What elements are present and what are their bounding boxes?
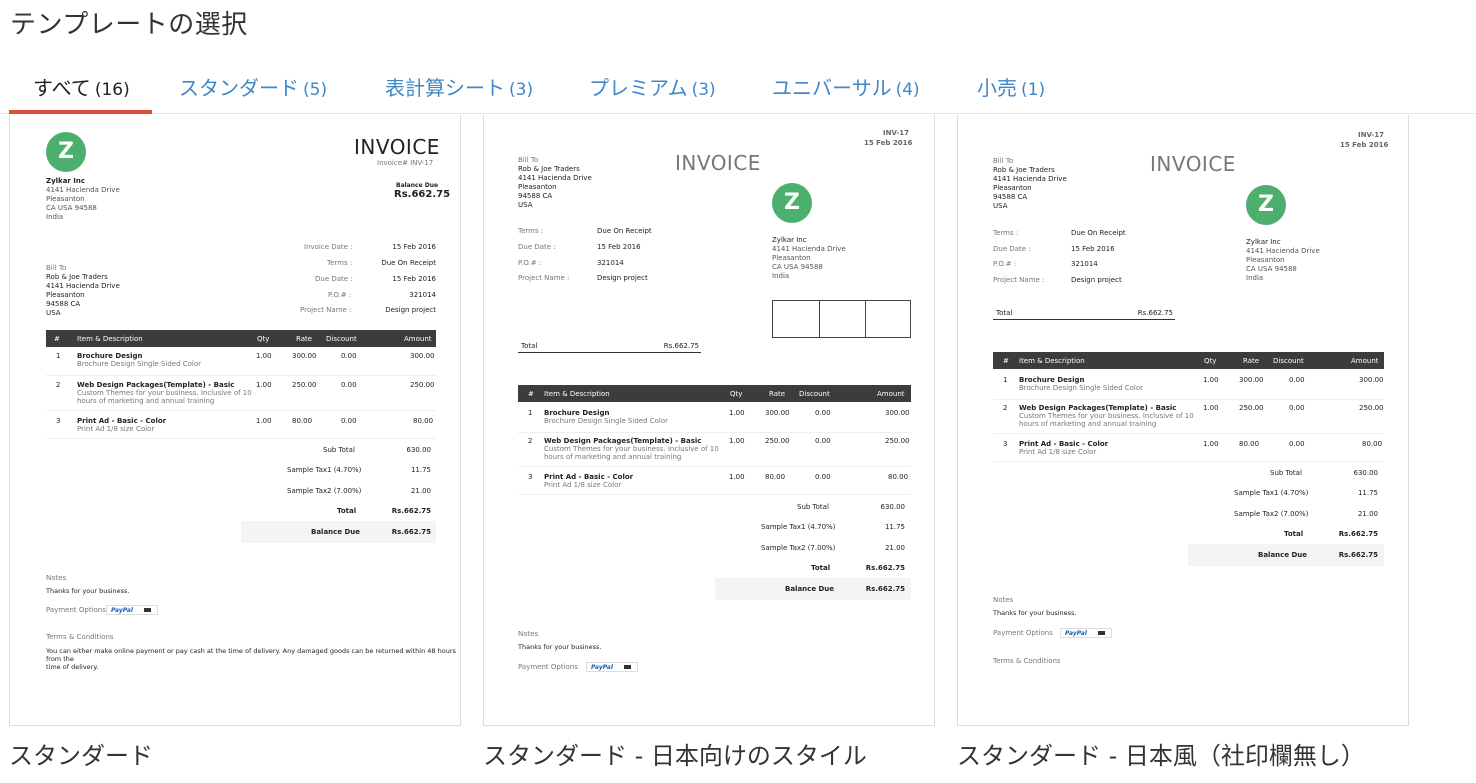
invoice-date: 15 Feb 2016 xyxy=(864,139,913,147)
invoice-title: INVOICE xyxy=(675,151,761,175)
table-row: 2 Web Design Packages(Template) - Basic … xyxy=(993,404,1384,434)
invoice-date: 15 Feb 2016 xyxy=(1340,141,1389,149)
table-row: 3 Print Ad - Basic - Color Print Ad 1/8 … xyxy=(518,473,911,495)
template-caption-japan-style[interactable]: スタンダード - 日本向けのスタイル xyxy=(483,736,867,771)
bill-to: Bill To Rob & Joe Traders 4141 Hacienda … xyxy=(993,157,1067,210)
template-card-japan-style[interactable]: INV-17 15 Feb 2016 INVOICE Bill To Rob &… xyxy=(483,115,935,726)
table-row: 3 Print Ad - Basic - Color Print Ad 1/8 … xyxy=(993,440,1384,462)
paypal-badge: PayPal xyxy=(586,662,638,672)
template-card-japan-no-seal[interactable]: INV-17 15 Feb 2016 INVOICE Bill To Rob &… xyxy=(957,115,1409,726)
company-address: Zylkar Inc 4141 Hacienda Drive Pleasanto… xyxy=(1246,238,1320,282)
field-due-date: Due Date :15 Feb 2016 xyxy=(518,243,641,251)
paypal-badge: PayPal xyxy=(1060,628,1112,638)
notes-text: Thanks for your business. xyxy=(993,609,1077,617)
field-project: Project Name : Design project xyxy=(518,274,648,282)
notes-label: Notes xyxy=(46,574,67,582)
field-due-date: Due Date :15 Feb 2016 xyxy=(315,275,436,283)
bill-to: Bill To Rob & Joe Traders 4141 Hacienda … xyxy=(518,156,592,209)
terms-label: Terms & Conditions xyxy=(993,657,1061,665)
field-terms: Terms : Due On Receipt xyxy=(518,227,652,235)
field-project: Project Name : Design project xyxy=(300,306,436,314)
balance-due-amount: Rs.662.75 xyxy=(394,189,451,200)
company-logo: Z xyxy=(772,183,812,223)
field-invoice-date: Invoice Date :15 Feb 2016 xyxy=(304,243,436,251)
card-icon xyxy=(624,665,631,669)
payment-options-label: Payment Options xyxy=(46,606,106,614)
template-caption-standard[interactable]: スタンダード xyxy=(9,736,153,771)
items-table-header: # Item & Description Qty Rate Discount A… xyxy=(46,330,436,347)
company-address: Zylkar Inc 4141 Hacienda Drive Pleasanto… xyxy=(46,177,120,221)
payment-options-label: Payment Options xyxy=(993,629,1053,637)
tab-standard[interactable]: スタンダード (5) xyxy=(179,72,327,101)
template-caption-japan-no-seal[interactable]: スタンダード - 日本風（社印欄無し） xyxy=(957,736,1365,771)
company-address: Zylkar Inc 4141 Hacienda Drive Pleasanto… xyxy=(772,236,846,280)
terms-text: You can either make online payment or pa… xyxy=(46,647,456,671)
notes-label: Notes xyxy=(993,596,1014,604)
page-title: テンプレートの選択 xyxy=(10,10,248,40)
table-row: 2 Web Design Packages(Template) - Basic … xyxy=(46,381,436,411)
card-icon xyxy=(1098,631,1105,635)
notes-label: Notes xyxy=(518,630,539,638)
field-po: P.O.# :321014 xyxy=(993,260,1098,268)
invoice-number: INV-17 xyxy=(1358,131,1385,139)
field-po: P.O.# :321014 xyxy=(328,291,436,299)
tab-retail[interactable]: 小売 (1) xyxy=(977,72,1045,101)
invoice-number: Invoice# INV-17 xyxy=(377,159,434,167)
items-table-header: # Item & Description Qty Rate Discount A… xyxy=(993,352,1384,369)
table-row: 2 Web Design Packages(Template) - Basic … xyxy=(518,437,911,467)
field-due-date: Due Date :15 Feb 2016 xyxy=(993,245,1115,253)
bill-to: Bill To Rob & Joe Traders 4141 Hacienda … xyxy=(46,264,120,317)
table-row: 3 Print Ad - Basic - Color Print Ad 1/8 … xyxy=(46,417,436,439)
payment-options-label: Payment Options xyxy=(518,663,578,671)
field-po: P.O.# :321014 xyxy=(518,259,624,267)
template-tabs: すべて (16) スタンダード (5) 表計算シート (3) プレミアム (3) ユニバ… xyxy=(0,56,1476,114)
table-row: 1 Brochure Design Brochure Design Single… xyxy=(46,352,436,376)
field-project: Project Name : Design project xyxy=(993,276,1122,284)
tab-universal[interactable]: ユニバーサル (4) xyxy=(772,72,920,101)
invoice-title: INVOICE xyxy=(354,135,440,159)
active-tab-indicator xyxy=(9,110,152,114)
invoice-number: INV-17 xyxy=(883,129,910,137)
card-icon xyxy=(144,608,151,612)
seal-stamp-boxes xyxy=(772,300,911,338)
template-card-standard[interactable]: Z INVOICE Invoice# INV-17 Zylkar Inc 414… xyxy=(9,115,461,726)
notes-text: Thanks for your business. xyxy=(518,643,602,651)
company-logo: Z xyxy=(46,132,86,172)
tab-spreadsheet[interactable]: 表計算シート (3) xyxy=(385,72,533,101)
tab-all[interactable]: すべて (16) xyxy=(33,72,130,101)
table-row: 1 Brochure Design Brochure Design Single… xyxy=(518,409,911,433)
total-summary: Total Rs.662.75 xyxy=(996,309,1173,317)
total-summary: Total Rs.662.75 xyxy=(521,342,699,350)
paypal-badge: PayPal xyxy=(106,605,158,615)
notes-text: Thanks for your business. xyxy=(46,587,130,595)
tab-premium[interactable]: プレミアム (3) xyxy=(589,72,716,101)
field-terms: Terms : Due On Receipt xyxy=(993,229,1126,237)
items-table-header: # Item & Description Qty Rate Discount A… xyxy=(518,385,911,402)
table-row: 1 Brochure Design Brochure Design Single… xyxy=(993,376,1384,400)
invoice-title: INVOICE xyxy=(1150,152,1236,176)
terms-label: Terms & Conditions xyxy=(46,633,114,641)
company-logo: Z xyxy=(1246,185,1286,225)
field-terms: Terms : Due On Receipt xyxy=(327,259,436,267)
